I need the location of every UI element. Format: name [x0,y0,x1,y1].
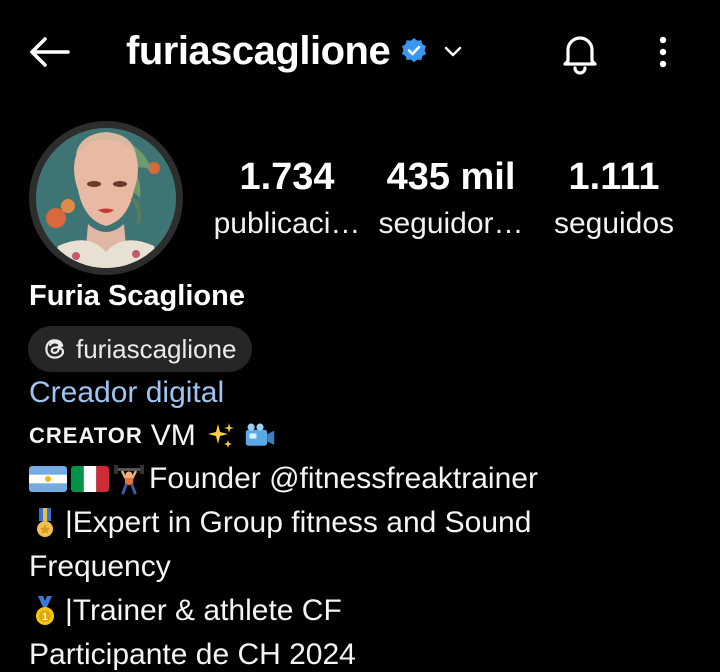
military-medal-icon [37,508,53,537]
weightlifter-icon [114,465,144,495]
threads-handle: furiascaglione [76,333,237,364]
profile-avatar[interactable] [29,121,183,275]
posts-label: publicaci… [213,207,361,240]
followers-count: 435 mil [386,156,516,198]
argentina-flag-icon [29,466,67,492]
bio-vm-text: VM [150,419,196,452]
posts-count: 1.734 [239,156,335,198]
bell-icon[interactable] [556,28,604,76]
profile-username: furiascaglione [126,28,391,73]
bio-line-2: Founder @fitnessfreaktrainer [29,462,538,496]
bio-creator-caps: CREATOR [29,423,143,448]
followers-label: seguidor… [378,207,524,240]
following-label: seguidos [553,207,675,240]
bio-line-1: CREATOR VM [29,419,276,453]
stat-posts[interactable]: 1.734 publicaci… [206,154,368,244]
bio-founder-text: Founder @fitnessfreaktrainer [149,462,538,495]
chevron-down-icon [445,46,462,57]
avatar-image [36,128,176,268]
italy-flag-icon [71,466,109,492]
bio-line-3: |Expert in Group fitness and Sound [29,506,531,540]
sparkles-icon [207,423,234,448]
arrow-left-icon [30,37,70,67]
svg-text:1: 1 [42,612,48,623]
bio-trainer-text: |Trainer & athlete CF [65,594,342,627]
threads-link-button[interactable]: furiascaglione [28,326,253,372]
profile-full-name: Furia Scaglione [29,280,245,312]
bio-expert-text: |Expert in Group fitness and Sound [65,506,532,539]
bio-line-4: Frequency [29,550,171,583]
more-vertical-icon[interactable] [648,30,678,74]
account-switcher[interactable]: furiascaglione [126,22,464,80]
verified-badge-icon [402,38,427,63]
bio-line-5: 1 |Trainer & athlete CF [29,594,342,628]
following-count: 1.111 [568,156,660,198]
stat-followers[interactable]: 435 mil seguidor… [372,154,530,244]
bio-line-6: Participante de CH 2024 [29,638,356,671]
video-camera-icon [245,423,274,446]
back-button[interactable] [26,32,72,72]
profile-category: Creador digital [29,376,225,409]
threads-icon [45,339,65,359]
top-bar: furiascaglione [0,0,720,104]
gold-medal-icon: 1 [36,596,54,625]
stat-following[interactable]: 1.111 seguidos [544,154,684,244]
